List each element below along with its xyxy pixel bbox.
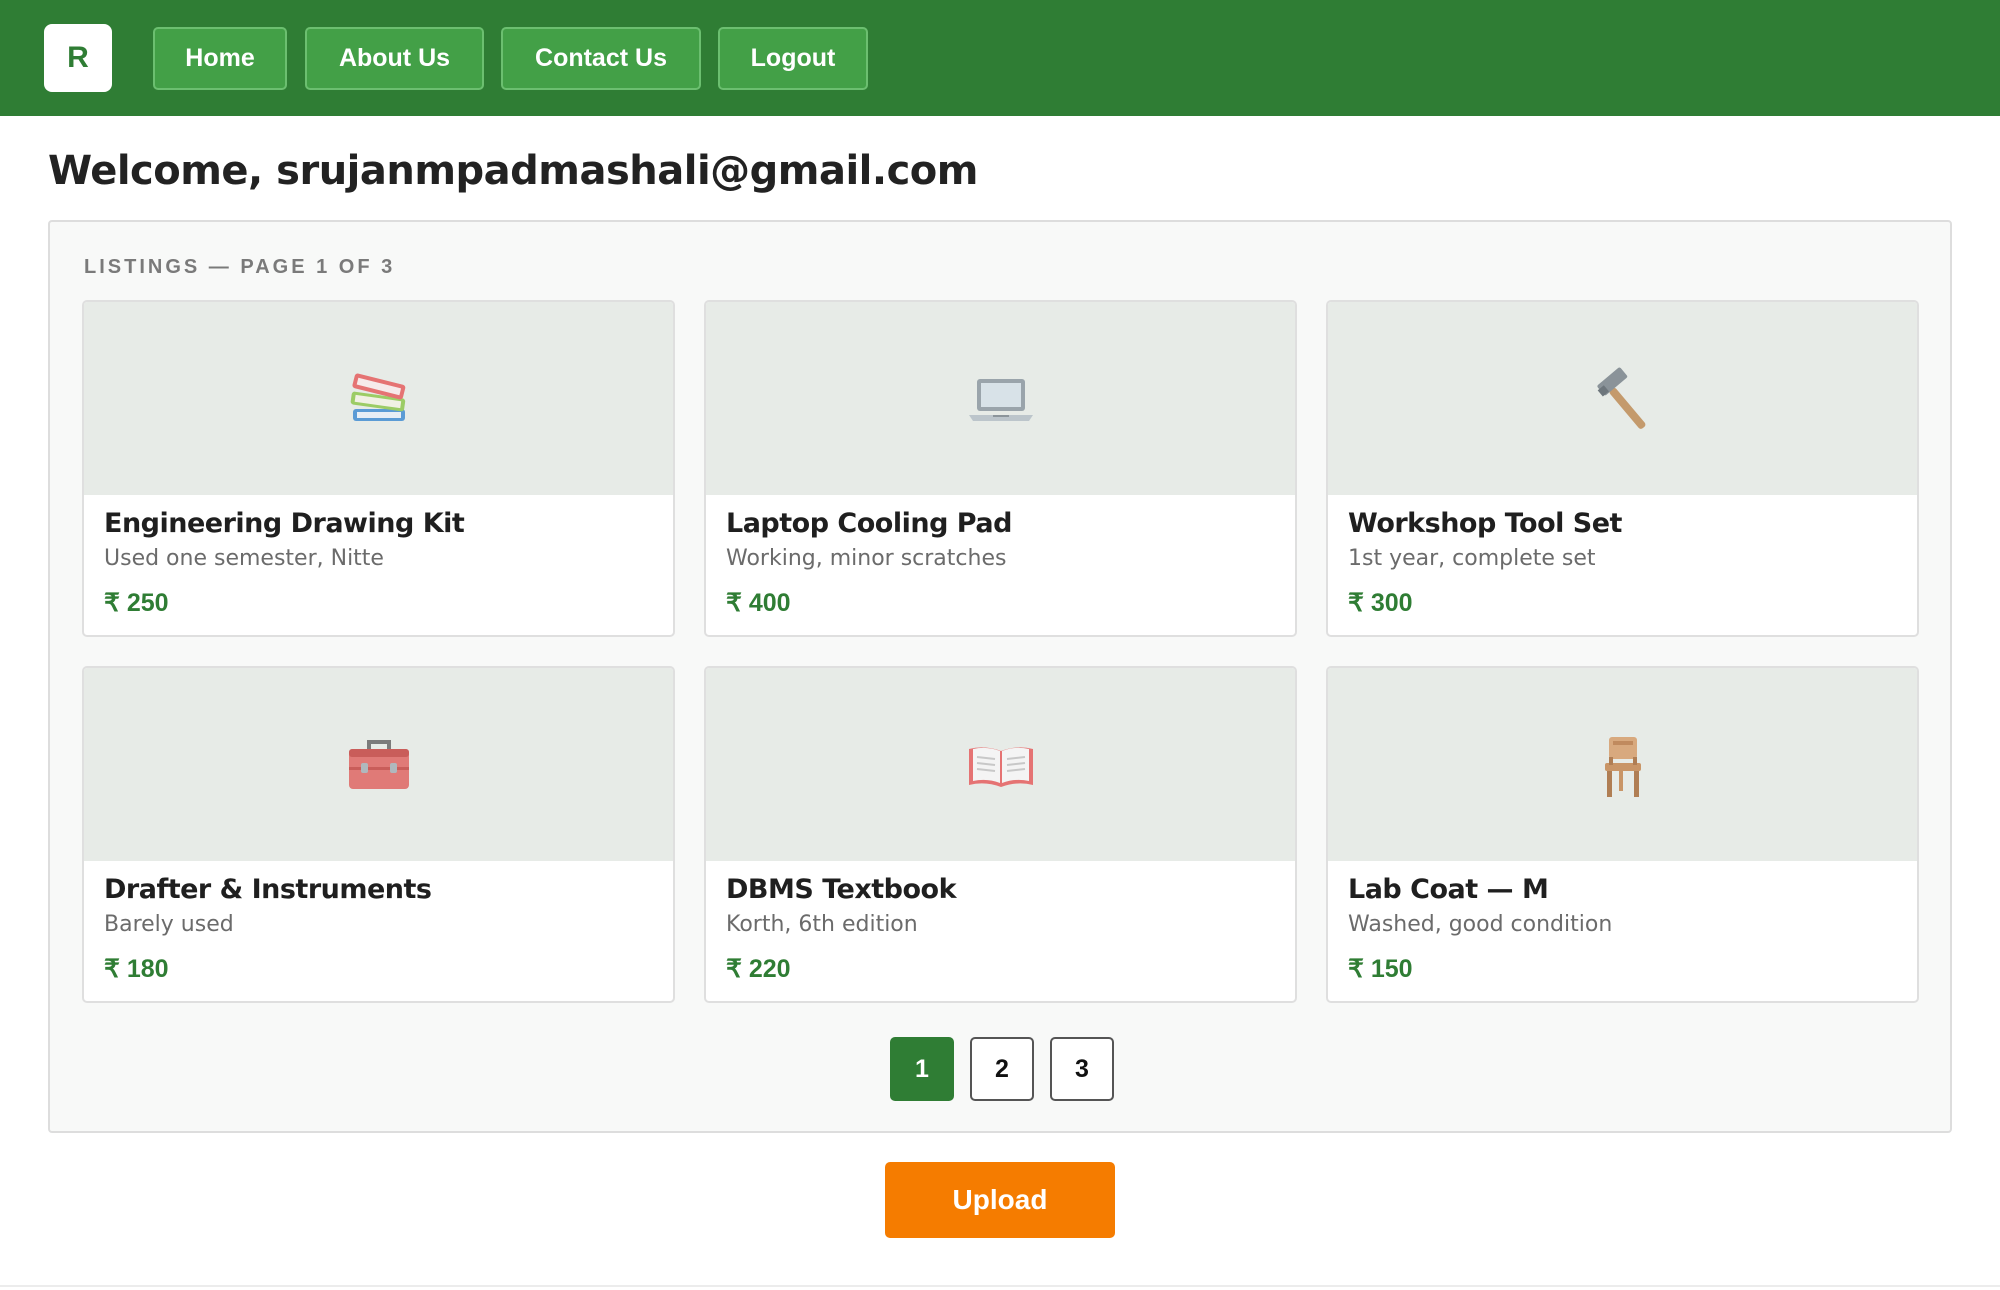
- chair-icon: [1604, 736, 1641, 797]
- listing-title: Laptop Cooling Pad: [726, 508, 1012, 539]
- page-button-1[interactable]: 1: [890, 1037, 954, 1101]
- top-navbar: R Home About Us Contact Us Logout: [0, 0, 2000, 116]
- listing-card[interactable]: Workshop Tool Set 1st year, complete set…: [1326, 300, 1919, 637]
- listing-card[interactable]: Engineering Drawing Kit Used one semeste…: [82, 300, 675, 637]
- toolbox-icon: [348, 739, 409, 789]
- nav-logout-button[interactable]: Logout: [718, 27, 868, 90]
- listing-title: Drafter & Instruments: [104, 874, 432, 905]
- listing-image: [1328, 668, 1917, 861]
- listing-title: Lab Coat — M: [1348, 874, 1549, 905]
- listing-description: Used one semester, Nitte: [104, 546, 384, 571]
- logo[interactable]: R: [44, 24, 112, 92]
- nav-about-button[interactable]: About Us: [305, 27, 484, 90]
- listing-image: [706, 302, 1295, 495]
- listing-image: [1328, 302, 1917, 495]
- listing-description: Working, minor scratches: [726, 546, 1007, 571]
- footer-divider: [0, 1285, 2000, 1287]
- listing-card[interactable]: Drafter & Instruments Barely used ₹ 180: [82, 666, 675, 1003]
- listing-image: [84, 302, 673, 495]
- listing-price: ₹ 220: [726, 955, 791, 983]
- listing-description: Korth, 6th edition: [726, 912, 918, 937]
- open-book-icon: [968, 746, 1033, 787]
- listing-title: DBMS Textbook: [726, 874, 957, 905]
- listing-price: ₹ 400: [726, 589, 791, 617]
- listing-description: 1st year, complete set: [1348, 546, 1596, 571]
- nav-home-button[interactable]: Home: [153, 27, 287, 90]
- listing-image: [706, 668, 1295, 861]
- listing-card[interactable]: DBMS Textbook Korth, 6th edition ₹ 220: [704, 666, 1297, 1003]
- listing-title: Engineering Drawing Kit: [104, 508, 465, 539]
- upload-button[interactable]: Upload: [885, 1162, 1115, 1238]
- listings-panel: LISTINGS — PAGE 1 OF 3 Engineering Drawi…: [48, 220, 1952, 1133]
- listing-card[interactable]: Laptop Cooling Pad Working, minor scratc…: [704, 300, 1297, 637]
- listing-price: ₹ 150: [1348, 955, 1413, 983]
- listing-price: ₹ 250: [104, 589, 169, 617]
- listing-card[interactable]: Lab Coat — M Washed, good condition ₹ 15…: [1326, 666, 1919, 1003]
- welcome-heading: Welcome, srujanmpadmashali@gmail.com: [48, 148, 978, 194]
- laptop-icon: [968, 378, 1033, 421]
- books-icon: [350, 373, 405, 421]
- hammer-icon: [1596, 367, 1645, 429]
- listings-page-label: LISTINGS — PAGE 1 OF 3: [84, 256, 396, 278]
- listing-description: Barely used: [104, 912, 234, 937]
- listing-price: ₹ 300: [1348, 589, 1413, 617]
- listing-price: ₹ 180: [104, 955, 169, 983]
- page-button-3[interactable]: 3: [1050, 1037, 1114, 1101]
- listing-title: Workshop Tool Set: [1348, 508, 1622, 539]
- page-button-2[interactable]: 2: [970, 1037, 1034, 1101]
- listing-image: [84, 668, 673, 861]
- nav-contact-button[interactable]: Contact Us: [501, 27, 701, 90]
- listing-description: Washed, good condition: [1348, 912, 1613, 937]
